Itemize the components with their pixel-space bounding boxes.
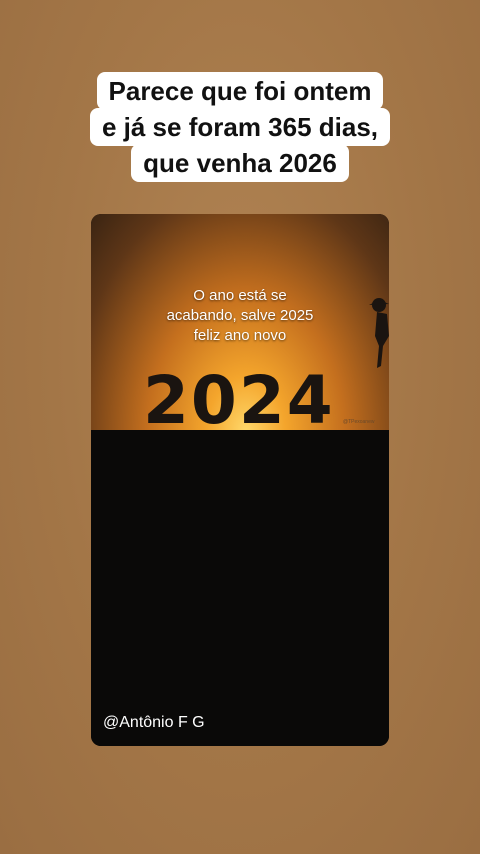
story-caption: Parece que foi ontem e já se foram 365 d… [0,72,480,182]
running-person-icon [369,298,389,368]
caption-line-3: que venha 2026 [131,144,349,182]
video-card[interactable]: O ano está se acabando, salve 2025 feliz… [91,214,389,746]
caption-line-2: e já se foram 365 dias, [89,108,391,146]
author-handle[interactable]: @Antônio F G [103,714,205,732]
video-overlay-text: O ano está se acabando, salve 2025 feliz… [91,286,389,346]
overlay-line-1: O ano está se [193,287,287,304]
year-silhouette: 2024 [143,362,335,439]
video-watermark: @TPexoanew [343,419,375,425]
caption-line-1: Parece que foi ontem [96,72,384,110]
dark-ground [91,430,389,746]
overlay-line-3: feliz ano novo [193,327,287,344]
overlay-line-2: acabando, salve 2025 [166,307,314,324]
